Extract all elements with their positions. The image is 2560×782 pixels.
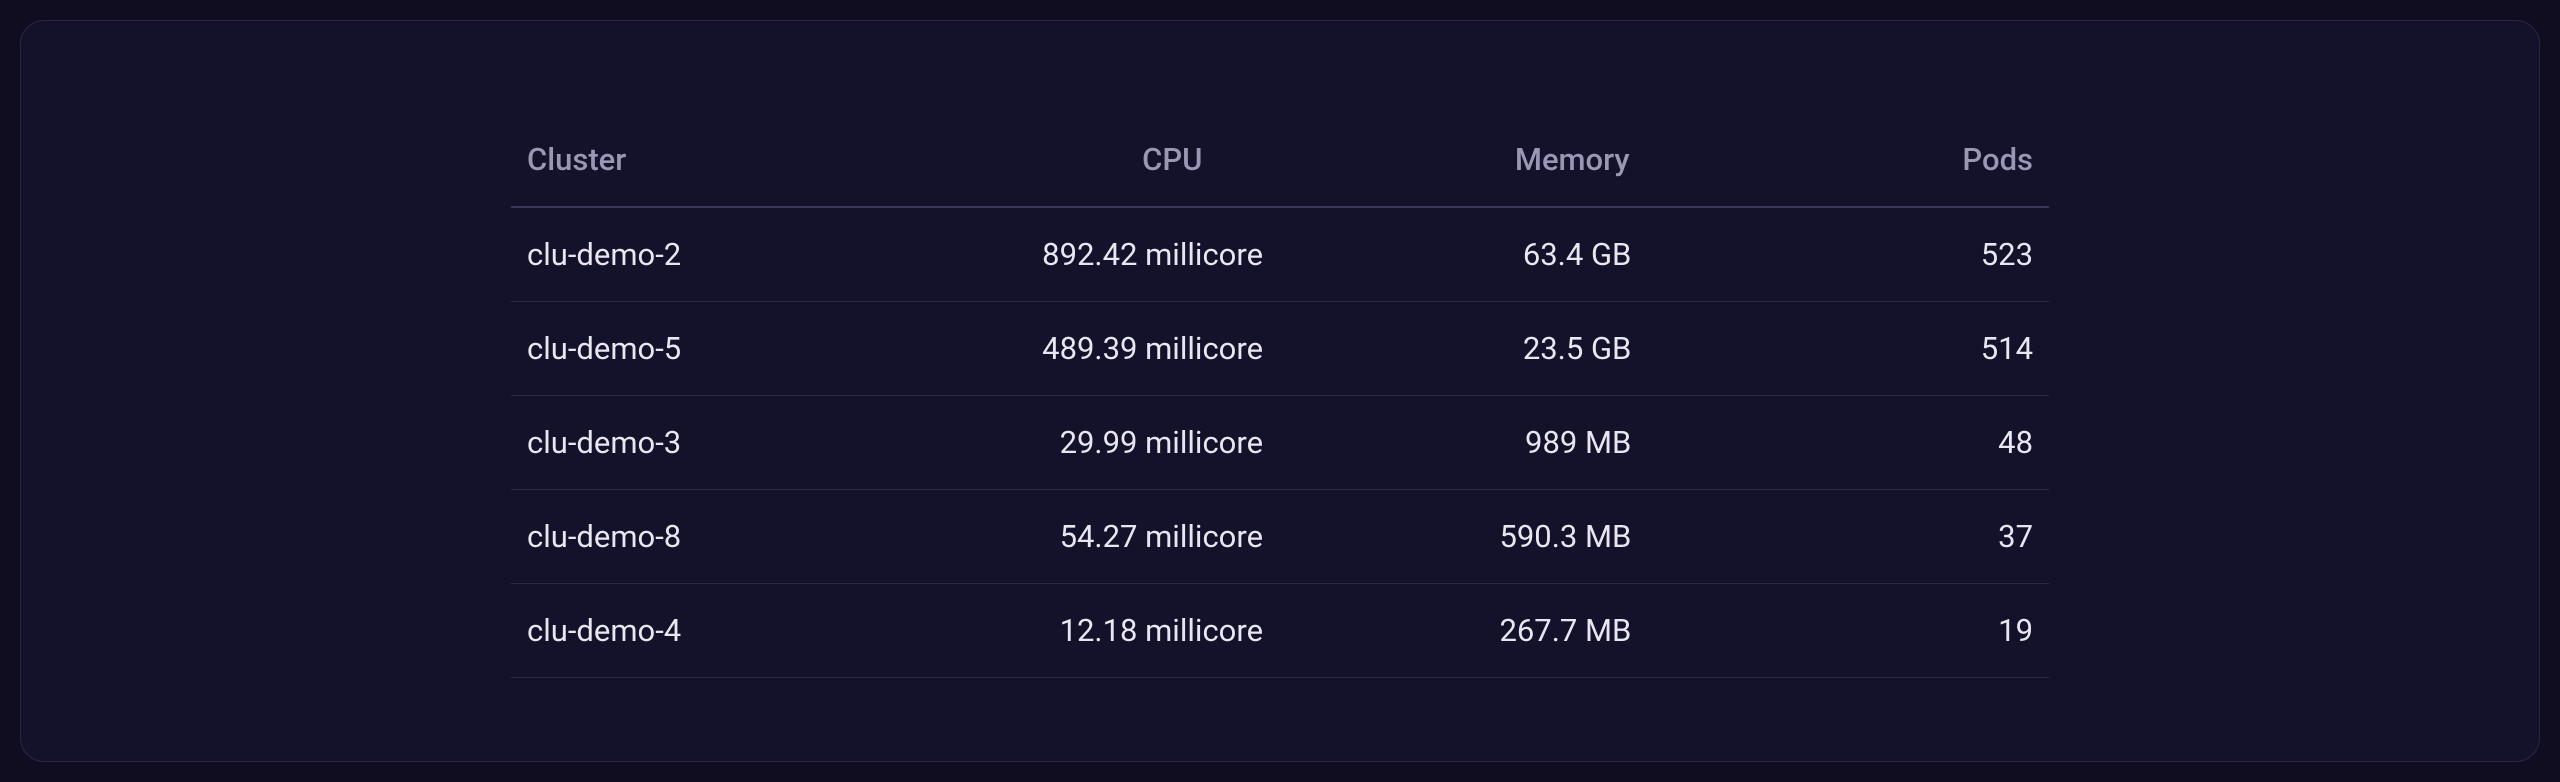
table-row[interactable]: clu-demo-3 29.99 millicore 989 MB 48	[511, 396, 2049, 490]
header-pods[interactable]: Pods	[1741, 121, 2049, 207]
header-cluster[interactable]: Cluster	[511, 121, 942, 207]
cell-pods: 19	[1741, 584, 2049, 678]
cell-pods: 48	[1741, 396, 2049, 490]
header-cpu[interactable]: CPU	[942, 121, 1403, 207]
table-header-row: Cluster CPU Memory Pods	[511, 121, 2049, 207]
cluster-resource-panel: Cluster CPU Memory Pods clu-demo-2 892.4…	[20, 20, 2540, 762]
cluster-resource-table: Cluster CPU Memory Pods clu-demo-2 892.4…	[511, 121, 2049, 678]
cell-cluster: clu-demo-2	[511, 207, 942, 302]
cell-cluster: clu-demo-3	[511, 396, 942, 490]
cell-pods: 523	[1741, 207, 2049, 302]
cell-pods: 37	[1741, 490, 2049, 584]
cell-cluster: clu-demo-4	[511, 584, 942, 678]
cell-cpu: 29.99 millicore	[942, 396, 1403, 490]
cell-cpu: 489.39 millicore	[942, 302, 1403, 396]
cell-pods: 514	[1741, 302, 2049, 396]
cell-memory: 63.4 GB	[1403, 207, 1741, 302]
table-row[interactable]: clu-demo-5 489.39 millicore 23.5 GB 514	[511, 302, 2049, 396]
cell-memory: 23.5 GB	[1403, 302, 1741, 396]
cell-memory: 267.7 MB	[1403, 584, 1741, 678]
cell-memory: 590.3 MB	[1403, 490, 1741, 584]
cell-cpu: 12.18 millicore	[942, 584, 1403, 678]
table-row[interactable]: clu-demo-2 892.42 millicore 63.4 GB 523	[511, 207, 2049, 302]
cell-cluster: clu-demo-8	[511, 490, 942, 584]
cell-cluster: clu-demo-5	[511, 302, 942, 396]
table-row[interactable]: clu-demo-8 54.27 millicore 590.3 MB 37	[511, 490, 2049, 584]
cell-cpu: 54.27 millicore	[942, 490, 1403, 584]
table-row[interactable]: clu-demo-4 12.18 millicore 267.7 MB 19	[511, 584, 2049, 678]
header-memory[interactable]: Memory	[1403, 121, 1741, 207]
cell-memory: 989 MB	[1403, 396, 1741, 490]
cell-cpu: 892.42 millicore	[942, 207, 1403, 302]
